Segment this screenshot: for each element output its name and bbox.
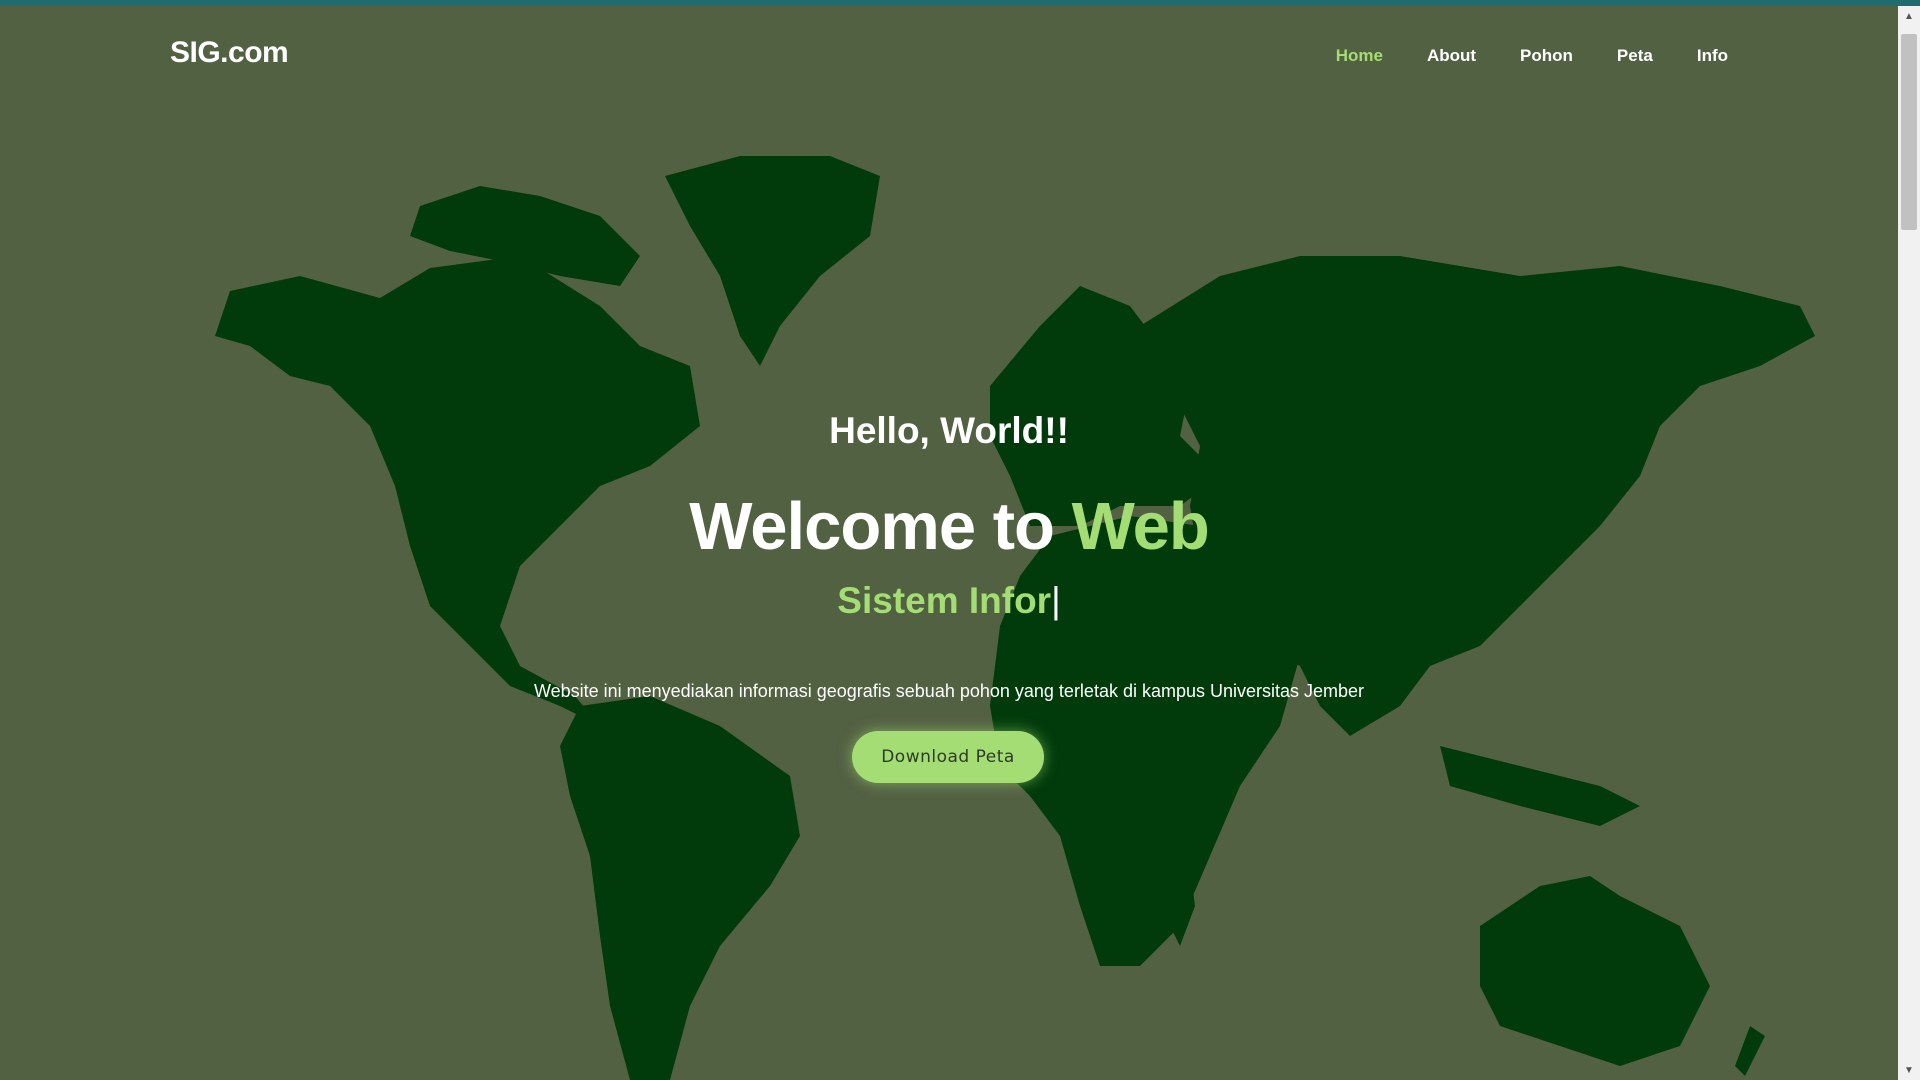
download-peta-button[interactable]: Download Peta — [852, 731, 1044, 783]
vertical-scrollbar[interactable]: ▲ ▼ — [1898, 6, 1920, 1080]
page-viewport: SIG.com Home About Pohon Peta Info Hello… — [0, 6, 1898, 1080]
hero-typed-text: Sistem Infor| — [0, 580, 1898, 622]
hero-title-accent: Web — [1071, 489, 1210, 564]
hero-title: Welcome to Web — [0, 488, 1898, 565]
hero-section: Hello, World!! Welcome to Web Sistem Inf… — [0, 6, 1898, 1080]
hero-greeting: Hello, World!! — [829, 410, 1069, 451]
typing-cursor: | — [1051, 580, 1061, 621]
triangle-down-icon[interactable]: ▼ — [1898, 1060, 1920, 1080]
typed-text: Sistem Infor — [837, 580, 1052, 621]
scrollbar-thumb[interactable] — [1901, 34, 1917, 230]
triangle-up-icon[interactable]: ▲ — [1898, 6, 1920, 26]
hero-title-prefix: Welcome to — [689, 489, 1055, 564]
hero-description: Website ini menyediakan informasi geogra… — [533, 681, 1365, 701]
